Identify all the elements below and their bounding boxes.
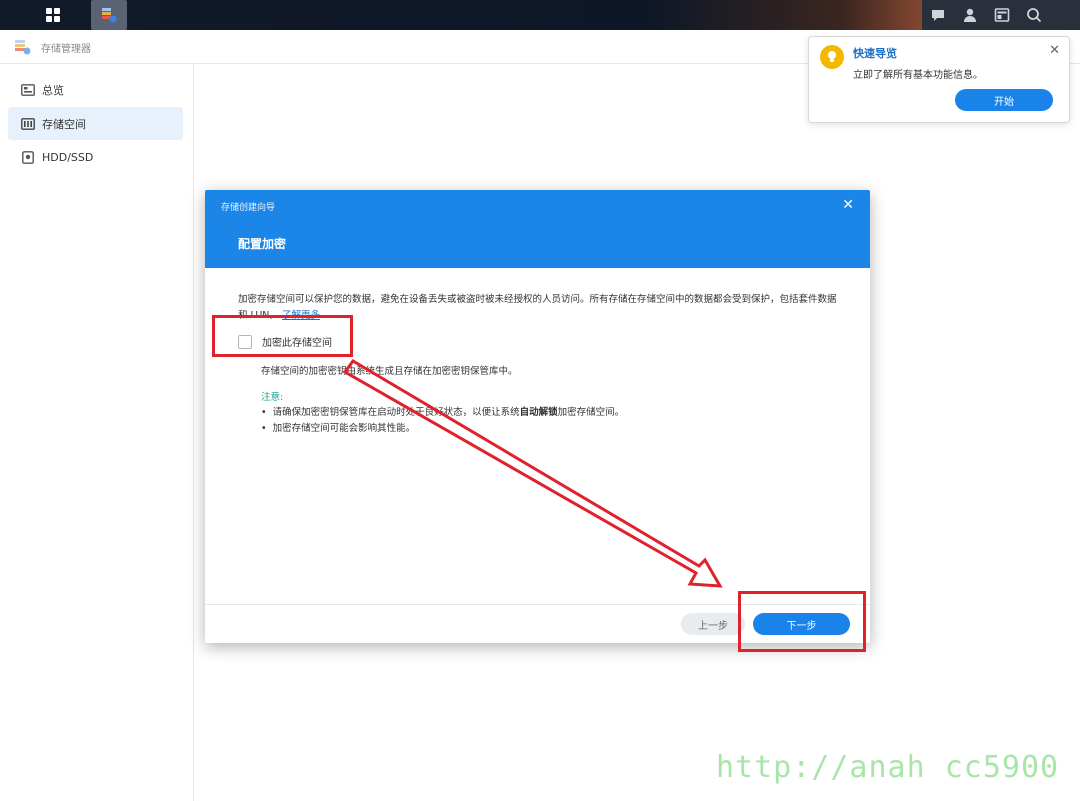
watermark: http://anah cc5900 <box>716 750 1060 785</box>
annotation-arrow <box>342 359 723 588</box>
